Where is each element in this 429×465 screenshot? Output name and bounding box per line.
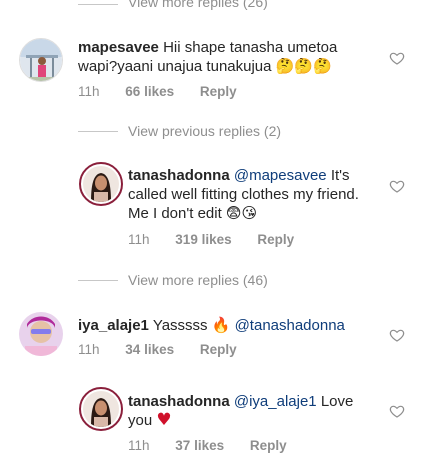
divider-line (78, 131, 118, 132)
mention-link[interactable]: @mapesavee (234, 167, 327, 184)
avatar[interactable] (79, 162, 123, 206)
view-previous-replies[interactable]: View previous replies (2) (128, 123, 281, 139)
reply-text: tanashadonna @mapesavee It's called well… (128, 166, 378, 223)
reply-button[interactable]: Reply (200, 342, 237, 357)
reply-button[interactable]: Reply (250, 438, 287, 453)
heart-outline-icon[interactable] (389, 327, 405, 343)
comment-body: Yasssss (152, 317, 208, 334)
comment-username[interactable]: iya_alaje1 (78, 317, 149, 334)
heart-outline-icon[interactable] (389, 50, 405, 66)
reply-username[interactable]: tanashadonna (128, 167, 230, 184)
reply-time: 11h (128, 438, 150, 453)
thinking-face-emoji: 🤔🤔🤔 (275, 57, 332, 75)
comment-time: 11h (78, 342, 100, 357)
fearful-face-emoji: 😨😘 (225, 204, 258, 222)
reply-meta: 11h 319 likes Reply (128, 232, 294, 247)
reply-time: 11h (128, 232, 150, 247)
divider-line (78, 280, 118, 281)
comment-username[interactable]: mapesavee (78, 39, 159, 56)
comment-text: mapesavee Hii shape tanasha umetoa wapi?… (78, 38, 378, 76)
divider-line (78, 4, 118, 5)
red-heart-emoji: ♥ (156, 410, 172, 430)
heart-outline-icon[interactable] (389, 403, 405, 419)
reply-username[interactable]: tanashadonna (128, 393, 230, 410)
like-count[interactable]: 34 likes (125, 342, 174, 357)
reply-button[interactable]: Reply (257, 232, 294, 247)
reply-meta: 11h 37 likes Reply (128, 438, 287, 453)
avatar[interactable] (79, 387, 123, 431)
avatar[interactable] (19, 312, 63, 356)
like-count[interactable]: 66 likes (125, 84, 174, 99)
like-count[interactable]: 319 likes (175, 232, 231, 247)
avatar[interactable] (19, 38, 63, 82)
comment-meta: 11h 34 likes Reply (78, 342, 237, 357)
view-more-replies-top[interactable]: View more replies (26) (128, 0, 268, 10)
view-more-replies-mid[interactable]: View more replies (46) (128, 272, 268, 288)
fire-emoji: 🔥 (211, 316, 231, 334)
mention-link[interactable]: @iya_alaje1 (234, 393, 317, 410)
like-count[interactable]: 37 likes (175, 438, 224, 453)
reply-button[interactable]: Reply (200, 84, 237, 99)
comment-meta: 11h 66 likes Reply (78, 84, 237, 99)
heart-outline-icon[interactable] (389, 178, 405, 194)
reply-text: tanashadonna @iya_alaje1 Love you ♥ (128, 392, 378, 430)
mention-link[interactable]: @tanashadonna (235, 317, 345, 334)
comment-text: iya_alaje1 Yasssss 🔥 @tanashadonna (78, 316, 378, 335)
comment-time: 11h (78, 84, 100, 99)
